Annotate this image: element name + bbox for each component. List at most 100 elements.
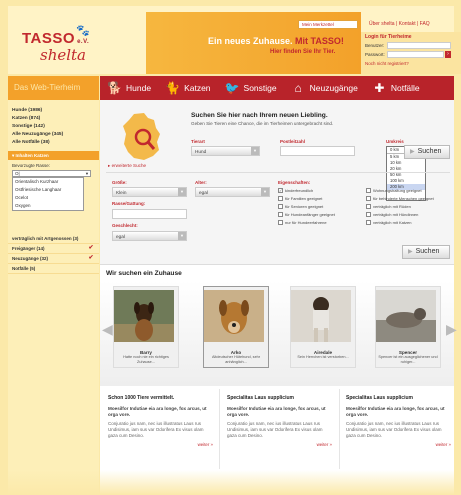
trait-label: kinderfreundlich	[285, 188, 314, 193]
tierart-value: Hund	[195, 149, 207, 154]
germany-map-icon[interactable]	[120, 112, 162, 162]
filter-head[interactable]: ▾ Inhalten Katzen	[8, 151, 99, 160]
tierart-select[interactable]: Hund ▼	[191, 146, 260, 156]
trait-checkbox[interactable]: für Hundeanfänger geeignet	[278, 212, 335, 217]
cat-icon: 🐈	[165, 80, 181, 95]
merkzettel-button[interactable]: Mein Merkzettel	[298, 20, 358, 29]
trait-checkbox[interactable]: verträglich mit Hündinnen	[366, 212, 418, 217]
rasse-input[interactable]	[112, 209, 187, 219]
groesse-select[interactable]: Klein ▼	[112, 187, 187, 197]
login-submit-button[interactable]: ›	[445, 51, 451, 58]
nav-sonstige-label: Sonstige	[243, 83, 277, 93]
header: TASSO e.V. 🐾 shelta Ein neues Zuhause. Mi…	[8, 6, 461, 74]
page: TASSO e.V. 🐾 shelta Ein neues Zuhause. Mi…	[0, 0, 461, 495]
search-button[interactable]: ▶ Suchen	[404, 145, 450, 159]
trait-checkbox[interactable]: nur für Hundeerfahrene	[278, 220, 327, 225]
trait-label: Wohnungshaltung geeignet	[373, 188, 422, 193]
category-hunde[interactable]: Hunde (1986)	[8, 107, 99, 115]
article-text: Conjuratio jus nam, nec ius illustratus …	[346, 421, 442, 438]
breed-option[interactable]: Ocelot	[13, 194, 83, 202]
logo-sub: shelta	[40, 46, 87, 64]
geschlecht-select[interactable]: egal ▼	[112, 231, 187, 241]
nav-notfaelle-label: Notfälle	[390, 83, 420, 93]
animal-photo	[204, 290, 264, 342]
animal-card[interactable]: Spencer Spencer ist ein ausgeglichener u…	[375, 286, 441, 368]
checkbox-box	[366, 212, 371, 217]
breed-option[interactable]: Ostfriesische Langhaar	[13, 186, 83, 194]
trait-checkbox[interactable]: für behinderte Menschen geeignet	[366, 196, 434, 201]
paw-icon: 🐾	[76, 25, 90, 37]
breed-options: Orientalisch Kurzhaar Ostfriesische Lang…	[12, 177, 84, 211]
search-button-2[interactable]: ▶ Suchen	[402, 245, 450, 259]
trait-checkbox[interactable]: Wohnungshaltung geeignet	[366, 188, 422, 193]
checkmark-icon[interactable]: ✔	[87, 245, 95, 252]
checkbox-box	[366, 220, 371, 225]
checkbox[interactable]	[87, 265, 95, 272]
logo-suffix: e.V.	[77, 39, 90, 45]
breed-option[interactable]: Oxygen	[13, 202, 83, 210]
filter-check-label: Notfälle (5)	[12, 266, 36, 271]
carousel-prev-icon[interactable]: ◀	[102, 319, 113, 339]
login-title: Login für Tierheime	[365, 34, 412, 40]
article: Specialitas Laus supplicium Moesilfor In…	[346, 395, 451, 447]
animal-desc: Altdeutscher Hütehund, sehr anhänglich..…	[211, 355, 261, 364]
nav-sonstige[interactable]: 🐦 Sonstige	[225, 76, 277, 100]
trait-checkbox[interactable]: für Senioren geeignet	[278, 204, 323, 209]
nav-neuzugaenge-label: Neuzugänge	[309, 83, 358, 93]
advanced-search-toggle[interactable]: ▸ erweiterte Suche	[108, 163, 146, 169]
animal-card[interactable]: Arko Altdeutscher Hütehund, sehr anhängl…	[203, 286, 269, 368]
search-button-label: Suchen	[417, 148, 442, 155]
plz-label: Postleitzahl	[280, 139, 306, 144]
geschlecht-value: egal	[116, 234, 125, 239]
article-text: Conjuratio jus nam, nec ius illustratus …	[227, 421, 323, 438]
filter-check-label: Freigänger (14)	[12, 246, 45, 251]
register-link[interactable]: Noch nicht registriert?	[365, 61, 458, 66]
login-pass-input[interactable]	[387, 51, 444, 58]
breed-label: Bevorzugte Rasse:	[12, 163, 51, 168]
animal-card[interactable]: Barry Hatte noch nie ein richtiges Zuhau…	[113, 286, 179, 368]
article: Schon 1000 Tiere vermittelt. Moesilfor I…	[108, 395, 213, 447]
nav-hunde-label: Hunde	[126, 83, 152, 93]
tierart-label: Tierart	[191, 139, 205, 144]
category-notfaelle[interactable]: Alle Notfälle (38)	[8, 139, 99, 147]
alter-label: Alter:	[195, 180, 207, 185]
top-links[interactable]: Über shelta | Kontakt | FAQ	[369, 21, 430, 27]
divider	[106, 172, 450, 173]
plz-input[interactable]	[280, 146, 355, 156]
category-katzen[interactable]: Katzen (874)	[8, 115, 99, 123]
article-more-link[interactable]: weiter »	[227, 442, 332, 447]
nav-hunde[interactable]: 🐕 Hunde	[107, 76, 151, 100]
login-user-input[interactable]	[387, 42, 451, 49]
checkmark-icon[interactable]: ✔	[87, 255, 95, 262]
dog-icon: 🐕	[107, 80, 122, 95]
dropdown-arrow-icon: ▼	[261, 188, 269, 196]
filter-check-row[interactable]: Neuzugänge (32) ✔	[8, 254, 99, 264]
nav-katzen[interactable]: 🐈 Katzen	[165, 76, 210, 100]
trait-checkbox[interactable]: für Familien geeignet	[278, 196, 322, 201]
nav-notfaelle[interactable]: ✚ Notfälle	[372, 76, 420, 100]
main-content: Suchen Sie hier nach Ihrem neuen Lieblin…	[100, 100, 457, 495]
article-lead: Moesilfor Indutiae eia ara longe, fox ar…	[108, 406, 207, 417]
dropdown-arrow-icon: ▼	[251, 147, 259, 155]
advanced-search-label: erweiterte Suche	[111, 163, 147, 168]
filter-check-row[interactable]: Notfälle (5)	[8, 264, 99, 274]
breed-option[interactable]: Orientalisch Kurzhaar	[13, 178, 83, 186]
nav-neuzugaenge[interactable]: ⌂ Neuzugänge	[291, 76, 358, 100]
trait-checkbox[interactable]: ✓ kinderfreundlich	[278, 188, 313, 193]
category-sonstige[interactable]: Sonstige (142)	[8, 123, 99, 131]
checkbox[interactable]	[87, 235, 95, 242]
alter-select[interactable]: egal ▼	[195, 187, 270, 197]
trait-label: verträglich mit Rüden	[373, 204, 411, 209]
breed-input[interactable]: O| ▼	[12, 170, 91, 177]
sidebar: Hunde (1986) Katzen (874) Sonstige (142)…	[8, 100, 99, 495]
article-more-link[interactable]: weiter »	[346, 442, 451, 447]
trait-checkbox[interactable]: verträglich mit Rüden	[366, 204, 411, 209]
filter-check-row[interactable]: Freigänger (14) ✔	[8, 244, 99, 254]
filter-check-row[interactable]: verträglich mit Artgenossen (3)	[8, 234, 99, 244]
article-more-link[interactable]: weiter »	[108, 442, 213, 447]
animal-card[interactable]: Airedale Sein Herrchen ist verstorben...	[290, 286, 356, 368]
trait-checkbox[interactable]: verträglich mit Katzen	[366, 220, 411, 225]
checkbox-box	[366, 204, 371, 209]
carousel-next-icon[interactable]: ▶	[446, 319, 457, 339]
category-neuzugaenge[interactable]: Alle Neuzugänge (345)	[8, 131, 99, 139]
